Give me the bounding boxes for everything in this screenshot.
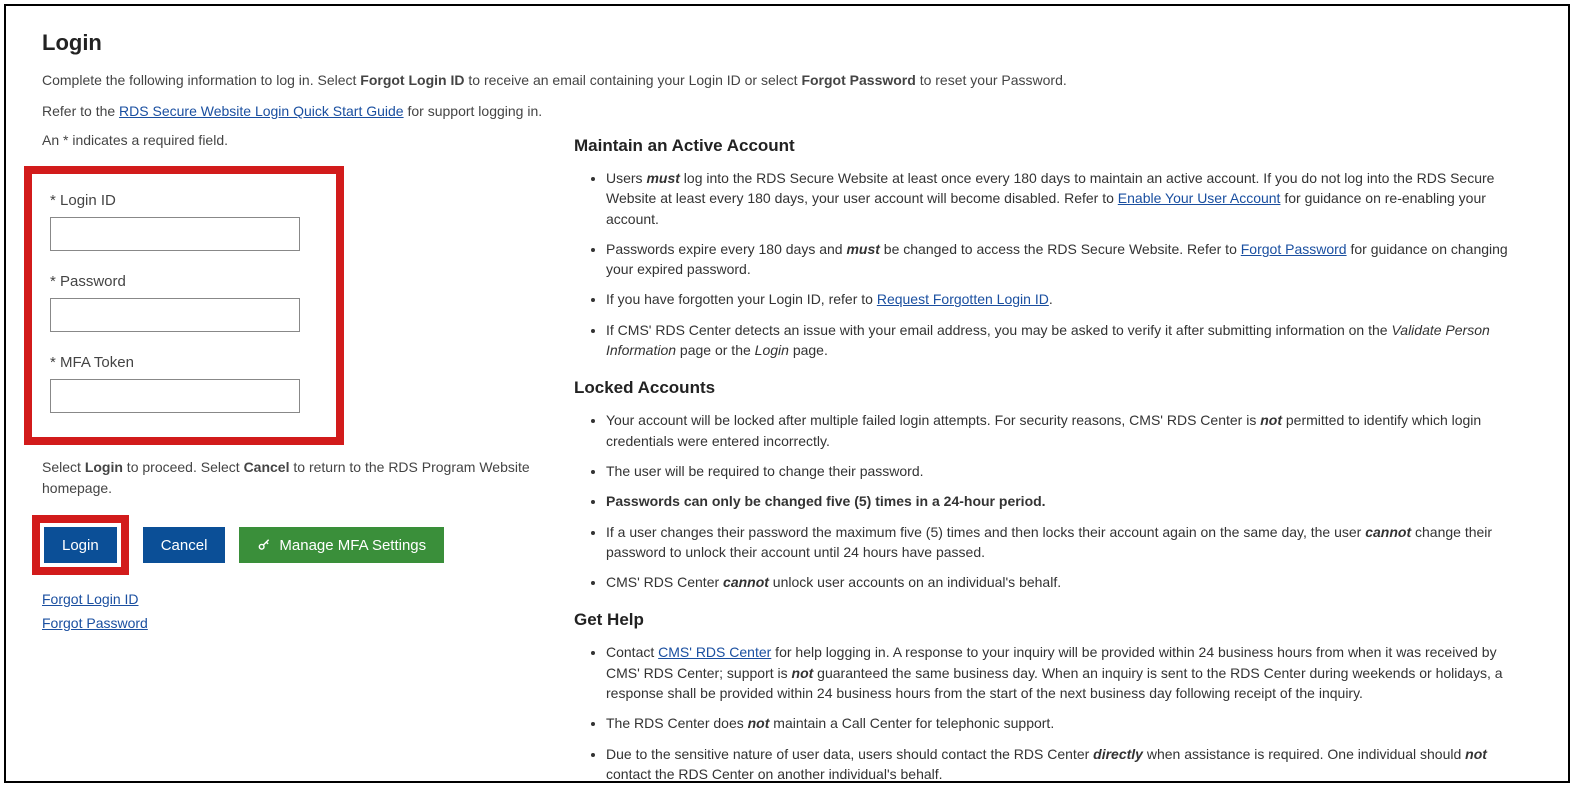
text: contact the RDS Center on another indivi… — [606, 766, 943, 782]
text: Users — [606, 170, 646, 186]
manage-mfa-button[interactable]: Manage MFA Settings — [239, 527, 444, 563]
text: maintain a Call Center for telephonic su… — [769, 715, 1054, 731]
text-bold: Passwords can only be changed five (5) t… — [606, 493, 1046, 509]
left-column: An * indicates a required field. * Login… — [42, 132, 542, 783]
text-bold-italic: must — [646, 170, 679, 186]
text: be changed to access the RDS Secure Webs… — [880, 241, 1241, 257]
text: to receive an email containing your Logi… — [464, 72, 801, 88]
help-list: Contact CMS' RDS Center for help logging… — [574, 642, 1532, 783]
text-bold: Login — [85, 459, 123, 475]
help-heading: Get Help — [574, 610, 1532, 630]
forgot-links: Forgot Login ID Forgot Password — [42, 591, 542, 631]
login-button[interactable]: Login — [44, 527, 117, 563]
text-bold: Cancel — [244, 459, 290, 475]
quick-start-guide-link[interactable]: RDS Secure Website Login Quick Start Gui… — [119, 103, 404, 119]
page-title: Login — [42, 30, 1532, 56]
text: Passwords expire every 180 days and — [606, 241, 846, 257]
maintain-heading: Maintain an Active Account — [574, 136, 1532, 156]
locked-list: Your account will be locked after multip… — [574, 410, 1532, 592]
password-label: * Password — [50, 273, 318, 290]
intro-paragraph-2: Refer to the RDS Secure Website Login Qu… — [42, 101, 1532, 122]
text-bold-italic: not — [792, 665, 814, 681]
password-input[interactable] — [50, 298, 300, 332]
list-item: Due to the sensitive nature of user data… — [606, 744, 1532, 783]
list-item: Your account will be locked after multip… — [606, 410, 1532, 451]
enable-account-link[interactable]: Enable Your User Account — [1118, 190, 1281, 206]
text: If a user changes their password the max… — [606, 524, 1365, 540]
login-id-label: * Login ID — [50, 192, 318, 209]
login-form-highlight: * Login ID * Password * MFA Token — [24, 166, 344, 445]
text: when assistance is required. One individ… — [1143, 746, 1465, 762]
list-item: Users must log into the RDS Secure Websi… — [606, 168, 1532, 229]
text: CMS' RDS Center — [606, 574, 723, 590]
text: for support logging in. — [404, 103, 543, 119]
text: The RDS Center does — [606, 715, 748, 731]
text: Due to the sensitive nature of user data… — [606, 746, 1093, 762]
text-bold: Forgot Login ID — [360, 72, 464, 88]
text: Contact — [606, 644, 658, 660]
login-button-highlight: Login — [32, 515, 129, 575]
list-item: CMS' RDS Center cannot unlock user accou… — [606, 572, 1532, 592]
manage-mfa-label: Manage MFA Settings — [279, 537, 426, 554]
list-item: The RDS Center does not maintain a Call … — [606, 713, 1532, 733]
mfa-token-label: * MFA Token — [50, 354, 318, 371]
key-icon — [257, 538, 271, 552]
intro-text: Complete the following information to lo… — [42, 70, 1532, 122]
locked-heading: Locked Accounts — [574, 378, 1532, 398]
text: Your account will be locked after multip… — [606, 412, 1260, 428]
text-italic: Login — [755, 342, 789, 358]
text: Select — [42, 459, 85, 475]
required-note: An * indicates a required field. — [42, 132, 542, 148]
right-column: Maintain an Active Account Users must lo… — [574, 132, 1532, 783]
intro-paragraph-1: Complete the following information to lo… — [42, 70, 1532, 91]
text: unlock user accounts on an individual's … — [769, 574, 1061, 590]
mfa-token-input[interactable] — [50, 379, 300, 413]
text: Complete the following information to lo… — [42, 72, 360, 88]
cancel-button[interactable]: Cancel — [143, 527, 226, 563]
list-item: The user will be required to change thei… — [606, 461, 1532, 481]
forgot-password-link[interactable]: Forgot Password — [42, 615, 542, 631]
text-bold-italic: cannot — [1365, 524, 1411, 540]
cms-rds-center-link[interactable]: CMS' RDS Center — [658, 644, 771, 660]
page-container: Login Complete the following information… — [4, 4, 1570, 783]
list-item: If CMS' RDS Center detects an issue with… — [606, 320, 1532, 361]
login-id-input[interactable] — [50, 217, 300, 251]
text: to reset your Password. — [916, 72, 1067, 88]
text-bold-italic: must — [846, 241, 879, 257]
text-bold-italic: not — [1260, 412, 1282, 428]
text-bold: Forgot Password — [801, 72, 915, 88]
list-item: If a user changes their password the max… — [606, 522, 1532, 563]
list-item: If you have forgotten your Login ID, ref… — [606, 289, 1532, 309]
text: If you have forgotten your Login ID, ref… — [606, 291, 877, 307]
request-login-id-link[interactable]: Request Forgotten Login ID — [877, 291, 1049, 307]
list-item: Passwords expire every 180 days and must… — [606, 239, 1532, 280]
list-item: Contact CMS' RDS Center for help logging… — [606, 642, 1532, 703]
list-item: Passwords can only be changed five (5) t… — [606, 491, 1532, 511]
text: Refer to the — [42, 103, 119, 119]
text: page. — [789, 342, 828, 358]
proceed-text: Select Login to proceed. Select Cancel t… — [42, 457, 542, 499]
text: If CMS' RDS Center detects an issue with… — [606, 322, 1391, 338]
maintain-list: Users must log into the RDS Secure Websi… — [574, 168, 1532, 360]
text-bold-italic: not — [748, 715, 770, 731]
forgot-password-help-link[interactable]: Forgot Password — [1241, 241, 1347, 257]
button-row: Login Cancel Manage MFA Settings — [32, 515, 542, 575]
text: to proceed. Select — [123, 459, 244, 475]
text-bold-italic: cannot — [723, 574, 769, 590]
text: page or the — [676, 342, 755, 358]
text-bold-italic: not — [1465, 746, 1487, 762]
text-bold-italic: directly — [1093, 746, 1143, 762]
forgot-login-id-link[interactable]: Forgot Login ID — [42, 591, 542, 607]
text: . — [1049, 291, 1053, 307]
